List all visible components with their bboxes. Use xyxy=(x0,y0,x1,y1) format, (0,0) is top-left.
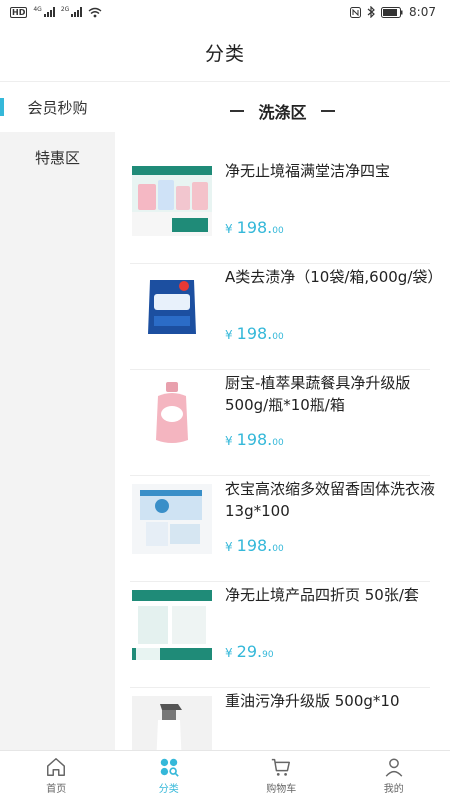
pink-bottle-image xyxy=(132,378,212,448)
sidebar-item-special-offer[interactable]: 特惠区 xyxy=(0,132,115,182)
gift-box-image xyxy=(132,166,212,236)
bottom-tab-bar: 首页 分类 购物车 我的 xyxy=(0,750,450,800)
product-name: 净无止境产品四折页 50张/套 xyxy=(225,586,419,604)
sidebar-item-member-flash[interactable]: 会员秒购 xyxy=(0,82,115,132)
wifi-icon xyxy=(88,7,102,17)
section-header: 洗涤区 xyxy=(115,82,450,140)
product-price: ¥198.00 xyxy=(225,218,284,237)
nfc-icon xyxy=(350,6,362,18)
tab-label: 首页 xyxy=(46,784,67,795)
status-bar: HD 4G 2G 8:07 xyxy=(0,0,450,24)
page-header: 分类 xyxy=(0,24,450,82)
battery-icon xyxy=(381,6,403,18)
category-sidebar: 会员秒购 特惠区 xyxy=(0,82,115,750)
page-title: 分类 xyxy=(204,43,245,65)
section-title: 洗涤区 xyxy=(258,103,307,122)
tab-mine[interactable]: 我的 xyxy=(338,751,450,800)
product-name: A类去渍净（10袋/箱,600g/袋） xyxy=(225,268,443,286)
product-price: ¥198.00 xyxy=(225,430,284,449)
tab-label: 购物车 xyxy=(266,784,297,795)
bluetooth-icon xyxy=(367,6,375,18)
hd-badge: HD xyxy=(10,6,28,18)
tab-home[interactable]: 首页 xyxy=(0,751,113,800)
product-price: ¥198.00 xyxy=(225,536,284,555)
product-name: 衣宝高浓缩多效留香固体洗衣液 13g*100 xyxy=(225,480,436,520)
product-item[interactable]: 衣宝高浓缩多效留香固体洗衣液 13g*100 ¥198.00 xyxy=(130,478,435,582)
tab-label: 我的 xyxy=(383,784,404,795)
product-item[interactable]: 净无止境福满堂洁净四宝 ¥198.00 xyxy=(130,160,430,264)
product-name: 净无止境福满堂洁净四宝 xyxy=(225,162,391,180)
home-icon xyxy=(47,758,66,776)
product-name: 重油污净升级版 500g*10 xyxy=(225,692,400,710)
brochure-image xyxy=(132,590,212,660)
product-list: 洗涤区 净无止境福满堂洁净四宝 ¥198.00 A类去渍净（10袋/箱,600g… xyxy=(115,82,450,750)
user-icon xyxy=(385,758,403,777)
dash-right xyxy=(320,110,335,112)
product-item[interactable]: 厨宝-植萃果蔬餐具净升级版500g/瓶*10瓶/箱 ¥198.00 xyxy=(130,372,430,476)
product-name: 厨宝-植萃果蔬餐具净升级版500g/瓶*10瓶/箱 xyxy=(225,374,411,414)
signal-icon: 4G xyxy=(33,7,55,17)
category-icon xyxy=(160,758,179,777)
clock: 8:07 xyxy=(409,5,436,19)
product-item[interactable]: 重油污净升级版 500g*10 xyxy=(130,690,430,750)
product-price: ¥29.90 xyxy=(225,642,274,661)
spray-bottle-image xyxy=(132,696,212,750)
tab-category[interactable]: 分类 xyxy=(113,751,226,800)
laundry-box-image xyxy=(132,484,212,554)
signal-icon-2: 2G xyxy=(61,7,83,17)
product-item[interactable]: 净无止境产品四折页 50张/套 ¥29.90 xyxy=(130,584,430,688)
product-price: ¥198.00 xyxy=(225,324,284,343)
tab-cart[interactable]: 购物车 xyxy=(225,751,338,800)
cart-icon xyxy=(272,758,291,776)
product-item[interactable]: A类去渍净（10袋/箱,600g/袋） ¥198.00 xyxy=(130,266,442,370)
tab-label: 分类 xyxy=(158,784,179,795)
detergent-bag-image xyxy=(132,272,212,342)
dash-left xyxy=(230,110,245,112)
